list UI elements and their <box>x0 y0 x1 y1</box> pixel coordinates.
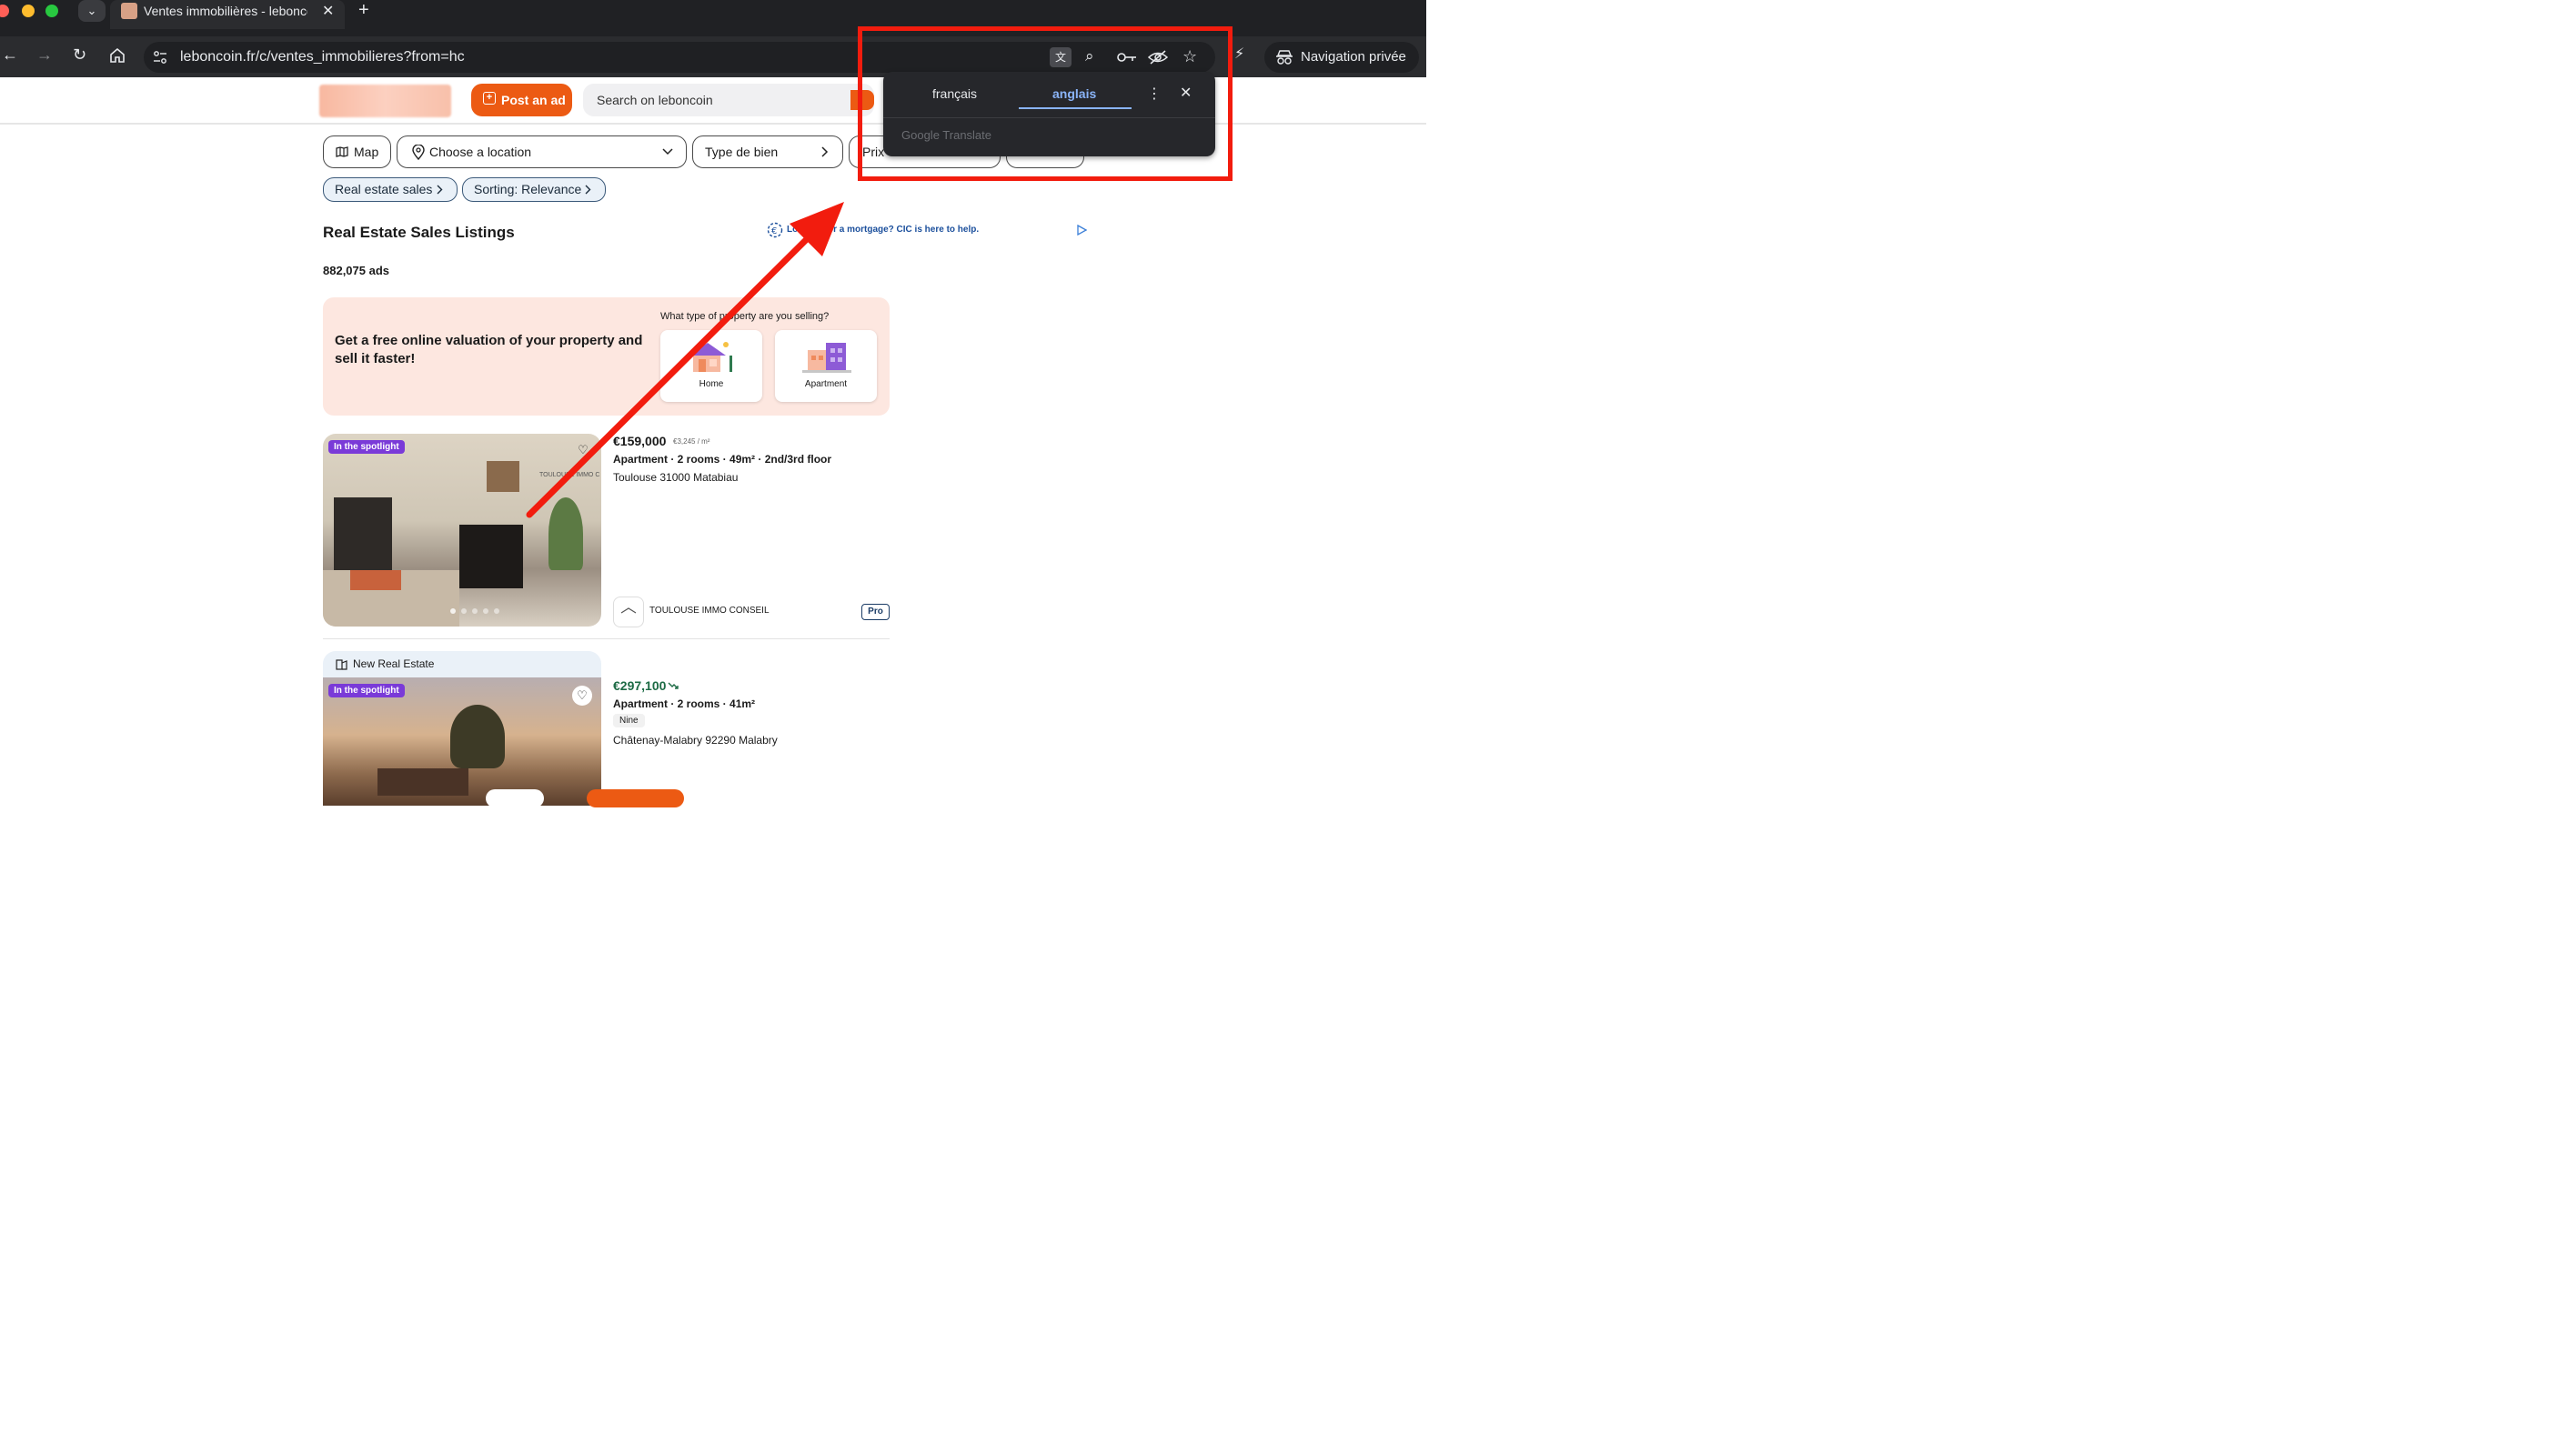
annotation-arrow-icon <box>526 202 844 518</box>
